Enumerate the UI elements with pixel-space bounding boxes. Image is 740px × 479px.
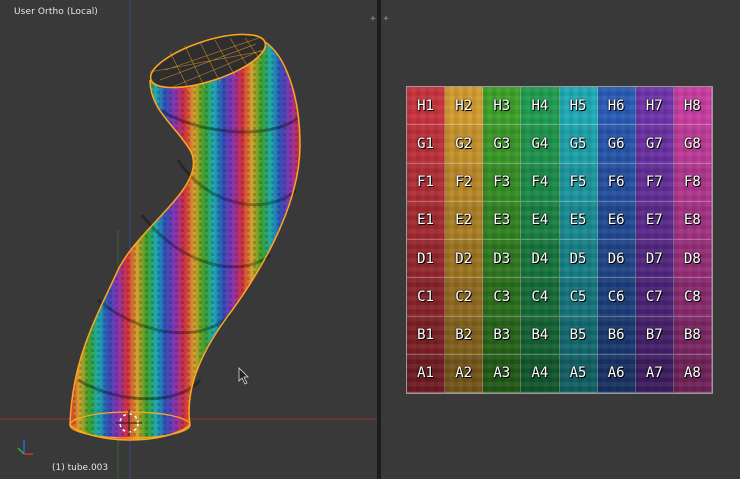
- uv-cell-c7: C7: [635, 278, 674, 317]
- uv-cell-b4: B4: [521, 316, 560, 355]
- uv-cell-a5: A5: [559, 354, 598, 393]
- uv-cell-b5: B5: [559, 316, 598, 355]
- uv-cell-h4: H4: [521, 87, 560, 126]
- uv-cell-d3: D3: [483, 240, 522, 279]
- uv-cell-a4: A4: [521, 354, 560, 393]
- uv-cell-b6: B6: [597, 316, 636, 355]
- uv-cell-g6: G6: [597, 125, 636, 164]
- uv-cell-c2: C2: [445, 278, 484, 317]
- object-status: (1) tube.003: [52, 463, 109, 473]
- uv-cell-d7: D7: [635, 240, 674, 279]
- uv-cell-d5: D5: [559, 240, 598, 279]
- uv-cell-h7: H7: [635, 87, 674, 126]
- uv-cell-c5: C5: [559, 278, 598, 317]
- uv-cell-f6: F6: [597, 163, 636, 202]
- uv-cell-d8: D8: [673, 240, 712, 279]
- uv-cell-a2: A2: [445, 354, 484, 393]
- uv-cell-a7: A7: [635, 354, 674, 393]
- uv-cell-d2: D2: [445, 240, 484, 279]
- uv-cell-g1: G1: [407, 125, 446, 164]
- tube-mesh[interactable]: [69, 23, 301, 441]
- uv-cell-e4: E4: [521, 201, 560, 240]
- uv-cell-e6: E6: [597, 201, 636, 240]
- uv-cell-g3: G3: [483, 125, 522, 164]
- uv-cell-e1: E1: [407, 201, 446, 240]
- uv-cell-g4: G4: [521, 125, 560, 164]
- uv-cell-f8: F8: [673, 163, 712, 202]
- 3d-viewport[interactable]: User Ortho (Local) + (1) tube.003: [0, 0, 377, 479]
- uv-cell-g8: G8: [673, 125, 712, 164]
- uv-cell-e3: E3: [483, 201, 522, 240]
- uv-cell-c6: C6: [597, 278, 636, 317]
- uv-cell-h2: H2: [445, 87, 484, 126]
- uv-image-editor[interactable]: + H1 H2 H3 H4 H5 H6 H7 H8 G1 G2 G3 G4 G5 G6 G7 G8 F1 F2 F3…: [381, 0, 740, 479]
- uv-cell-b2: B2: [445, 316, 484, 355]
- uv-cell-h3: H3: [483, 87, 522, 126]
- uv-cell-a6: A6: [597, 354, 636, 393]
- uv-cell-a3: A3: [483, 354, 522, 393]
- uv-cell-h8: H8: [673, 87, 712, 126]
- uv-cell-c3: C3: [483, 278, 522, 317]
- uv-cell-e2: E2: [445, 201, 484, 240]
- uv-cell-f1: F1: [407, 163, 446, 202]
- uv-cell-g7: G7: [635, 125, 674, 164]
- uv-cell-f2: F2: [445, 163, 484, 202]
- uv-cell-c8: C8: [673, 278, 712, 317]
- uv-cell-f5: F5: [559, 163, 598, 202]
- viewport-canvas[interactable]: [0, 0, 377, 479]
- area-split-icon[interactable]: +: [381, 14, 391, 24]
- uv-checker-grid[interactable]: H1 H2 H3 H4 H5 H6 H7 H8 G1 G2 G3 G4 G5 G6 G7 G8 F1 F2 F3 F4…: [406, 86, 713, 394]
- uv-cell-h6: H6: [597, 87, 636, 126]
- uv-cell-f3: F3: [483, 163, 522, 202]
- uv-cell-b3: B3: [483, 316, 522, 355]
- uv-cell-b7: B7: [635, 316, 674, 355]
- mouse-pointer-icon: [238, 367, 249, 385]
- uv-cell-g2: G2: [445, 125, 484, 164]
- uv-cell-f7: F7: [635, 163, 674, 202]
- uv-cell-e7: E7: [635, 201, 674, 240]
- uv-cell-a1: A1: [407, 354, 446, 393]
- uv-cell-b8: B8: [673, 316, 712, 355]
- area-split-icon[interactable]: +: [368, 14, 377, 24]
- uv-cell-c1: C1: [407, 278, 446, 317]
- uv-cell-d4: D4: [521, 240, 560, 279]
- uv-cell-g5: G5: [559, 125, 598, 164]
- uv-cell-c4: C4: [521, 278, 560, 317]
- uv-cell-e8: E8: [673, 201, 712, 240]
- uv-cell-d1: D1: [407, 240, 446, 279]
- axis-gizmo-icon: [17, 440, 33, 455]
- uv-cell-f4: F4: [521, 163, 560, 202]
- uv-cell-e5: E5: [559, 201, 598, 240]
- uv-cell-d6: D6: [597, 240, 636, 279]
- uv-cell-b1: B1: [407, 316, 446, 355]
- viewport-title: User Ortho (Local): [14, 7, 98, 17]
- uv-cell-h1: H1: [407, 87, 446, 126]
- uv-cell-h5: H5: [559, 87, 598, 126]
- uv-cell-a8: A8: [673, 354, 712, 393]
